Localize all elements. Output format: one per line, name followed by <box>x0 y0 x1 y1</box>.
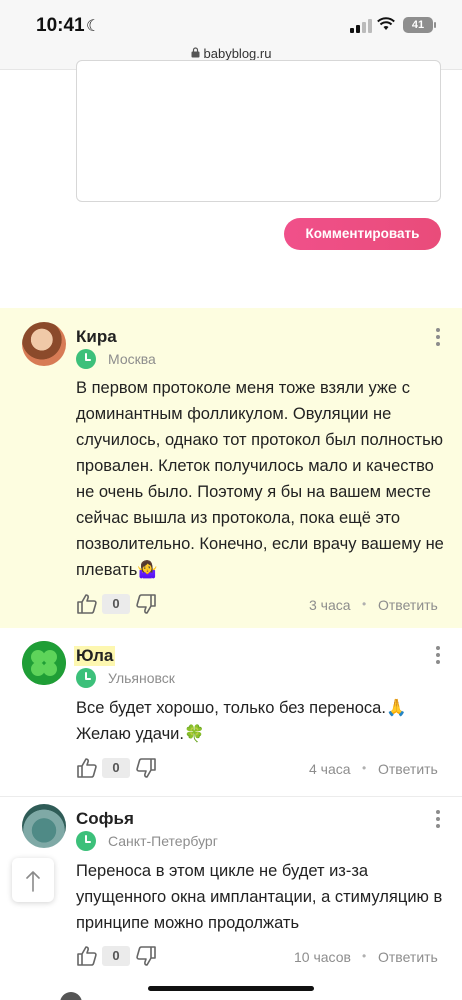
reply-link[interactable]: Ответить <box>378 597 438 613</box>
author-city: Ульяновск <box>108 670 175 686</box>
separator-dot: • <box>362 597 367 611</box>
time-ago: 3 часа <box>309 597 351 613</box>
wifi-icon <box>377 16 395 36</box>
clock-icon <box>76 831 96 851</box>
scroll-to-top-button[interactable] <box>12 858 54 902</box>
author-name[interactable]: Юла <box>74 646 116 666</box>
status-bar: 10:41 ☾ 41 <box>0 0 462 44</box>
avatar[interactable] <box>22 322 66 366</box>
thumbs-down-icon[interactable] <box>135 945 157 967</box>
comment-item: Юла Ульяновск Все будет хорошо, только б… <box>0 628 462 796</box>
separator-dot: • <box>362 949 367 963</box>
author-name[interactable]: Софья <box>76 809 134 829</box>
reply-link[interactable]: Ответить <box>378 949 438 965</box>
status-time: 10:41 <box>36 15 85 36</box>
reply-link[interactable]: Ответить <box>378 761 438 777</box>
avatar[interactable] <box>60 992 82 1000</box>
like-count: 0 <box>102 946 130 966</box>
signal-icon <box>350 19 372 33</box>
thumbs-down-icon[interactable] <box>135 757 157 779</box>
time-ago: 10 часов <box>294 949 351 965</box>
thumbs-up-icon[interactable] <box>76 757 98 779</box>
more-vertical-icon[interactable] <box>432 810 444 831</box>
author-city: Санкт-Петербург <box>108 833 218 849</box>
author-name[interactable]: Кира <box>76 327 117 347</box>
like-count: 0 <box>102 758 130 778</box>
thumbs-up-icon[interactable] <box>76 945 98 967</box>
time-ago: 4 часа <box>309 761 351 777</box>
url-text: babyblog.ru <box>203 46 272 61</box>
arrow-up-icon <box>25 869 41 892</box>
moon-icon: ☾ <box>86 18 101 35</box>
comment-text: Переноса в этом цикле не будет из-за упу… <box>76 862 443 932</box>
battery-icon: 41 <box>403 17 436 33</box>
avatar[interactable] <box>22 641 66 685</box>
like-count: 0 <box>102 594 130 614</box>
comment-item: Софья Санкт-Петербург Переноса в этом ци… <box>0 796 462 986</box>
avatar[interactable] <box>22 804 66 848</box>
more-vertical-icon[interactable] <box>432 328 444 349</box>
thumbs-down-icon[interactable] <box>135 593 157 615</box>
clock-icon <box>76 668 96 688</box>
thumbs-up-icon[interactable] <box>76 593 98 615</box>
comment-item: Кира Москва В первом протоколе меня тоже… <box>0 308 462 628</box>
more-vertical-icon[interactable] <box>432 646 444 667</box>
clock-icon <box>76 349 96 369</box>
comment-text: Все будет хорошо, только без переноса.🙏 … <box>76 699 407 743</box>
author-city: Москва <box>108 351 156 367</box>
comment-text: В первом протоколе меня тоже взяли уже с… <box>76 379 444 579</box>
comment-textarea[interactable] <box>76 60 441 202</box>
submit-comment-button[interactable]: Комментировать <box>284 218 441 250</box>
home-indicator <box>148 986 314 991</box>
separator-dot: • <box>362 761 367 775</box>
